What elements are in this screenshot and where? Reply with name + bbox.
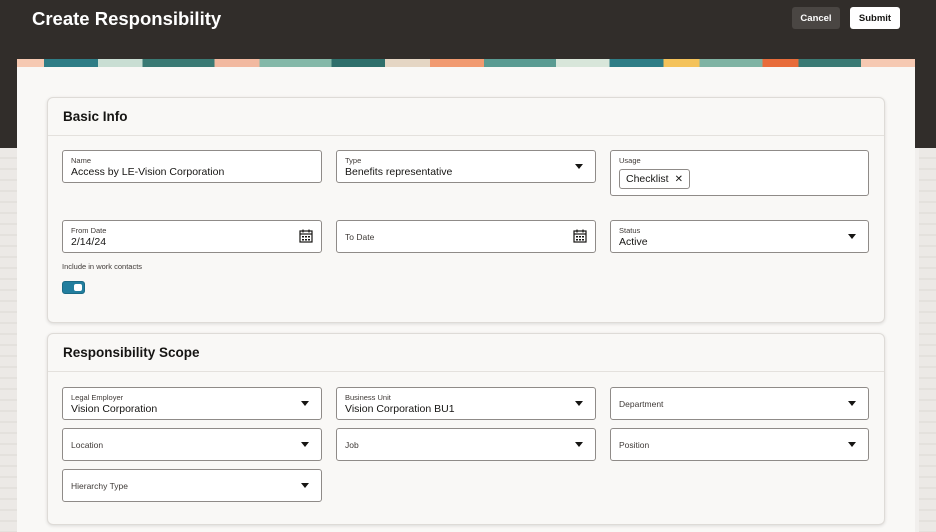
business-unit-select[interactable]: Business Unit Vision Corporation BU1 bbox=[336, 387, 596, 420]
status-select[interactable]: Status Active bbox=[610, 220, 869, 253]
legal-employer-select[interactable]: Legal Employer Vision Corporation bbox=[62, 387, 322, 420]
location-label: Location bbox=[71, 440, 104, 450]
chevron-down-icon[interactable] bbox=[575, 164, 583, 169]
position-label: Position bbox=[619, 440, 650, 450]
position-select[interactable]: Position bbox=[610, 428, 869, 461]
legal-employer-label: Legal Employer bbox=[71, 393, 124, 402]
location-select[interactable]: Location bbox=[62, 428, 322, 461]
hierarchy-type-select[interactable]: Hierarchy Type bbox=[62, 469, 322, 502]
department-select[interactable]: Department bbox=[610, 387, 869, 420]
chevron-down-icon[interactable] bbox=[301, 442, 309, 447]
chip-label: Checklist bbox=[626, 173, 669, 185]
status-value: Active bbox=[619, 236, 648, 248]
type-value: Benefits representative bbox=[345, 166, 453, 178]
from-date-field[interactable]: From Date 2/14/24 bbox=[62, 220, 322, 253]
decorative-banner bbox=[17, 59, 915, 67]
legal-employer-value: Vision Corporation bbox=[71, 403, 158, 415]
usage-field[interactable]: Usage Checklist ✕ bbox=[610, 150, 869, 196]
responsibility-scope-heading: Responsibility Scope bbox=[48, 334, 884, 372]
calendar-icon[interactable] bbox=[299, 229, 313, 243]
chevron-down-icon[interactable] bbox=[848, 234, 856, 239]
to-date-label: To Date bbox=[345, 232, 375, 242]
from-date-label: From Date bbox=[71, 226, 107, 235]
toggle-knob bbox=[74, 284, 82, 291]
include-work-contacts-toggle[interactable] bbox=[62, 281, 85, 294]
include-work-contacts-label: Include in work contacts bbox=[62, 262, 143, 271]
type-label: Type bbox=[345, 156, 362, 165]
submit-button[interactable]: Submit bbox=[850, 7, 900, 29]
basic-info-heading: Basic Info bbox=[48, 98, 884, 136]
name-value: Access by LE-Vision Corporation bbox=[71, 166, 225, 178]
calendar-icon[interactable] bbox=[573, 229, 587, 243]
status-label: Status bbox=[619, 226, 641, 235]
chevron-down-icon[interactable] bbox=[848, 401, 856, 406]
chevron-down-icon[interactable] bbox=[301, 483, 309, 488]
hierarchy-type-label: Hierarchy Type bbox=[71, 481, 129, 491]
page-title: Create Responsibility bbox=[32, 8, 222, 29]
chevron-down-icon[interactable] bbox=[848, 442, 856, 447]
name-label: Name bbox=[71, 156, 92, 165]
name-field[interactable]: Name Access by LE-Vision Corporation bbox=[62, 150, 322, 183]
basic-info-card: Basic Info bbox=[47, 97, 885, 323]
department-label: Department bbox=[619, 399, 664, 409]
type-select[interactable]: Type Benefits representative bbox=[336, 150, 596, 183]
left-background-pattern bbox=[0, 148, 17, 532]
chevron-down-icon[interactable] bbox=[575, 442, 583, 447]
right-background-pattern bbox=[919, 148, 936, 532]
from-date-value: 2/14/24 bbox=[71, 236, 107, 248]
to-date-field[interactable]: To Date bbox=[336, 220, 596, 253]
job-label: Job bbox=[345, 440, 359, 450]
business-unit-label: Business Unit bbox=[345, 393, 391, 402]
business-unit-value: Vision Corporation BU1 bbox=[345, 403, 455, 415]
usage-label: Usage bbox=[619, 156, 641, 165]
cancel-button[interactable]: Cancel bbox=[792, 7, 840, 29]
usage-chip-checklist: Checklist ✕ bbox=[619, 169, 690, 189]
job-select[interactable]: Job bbox=[336, 428, 596, 461]
chevron-down-icon[interactable] bbox=[301, 401, 309, 406]
chevron-down-icon[interactable] bbox=[575, 401, 583, 406]
close-icon[interactable]: ✕ bbox=[675, 174, 683, 185]
